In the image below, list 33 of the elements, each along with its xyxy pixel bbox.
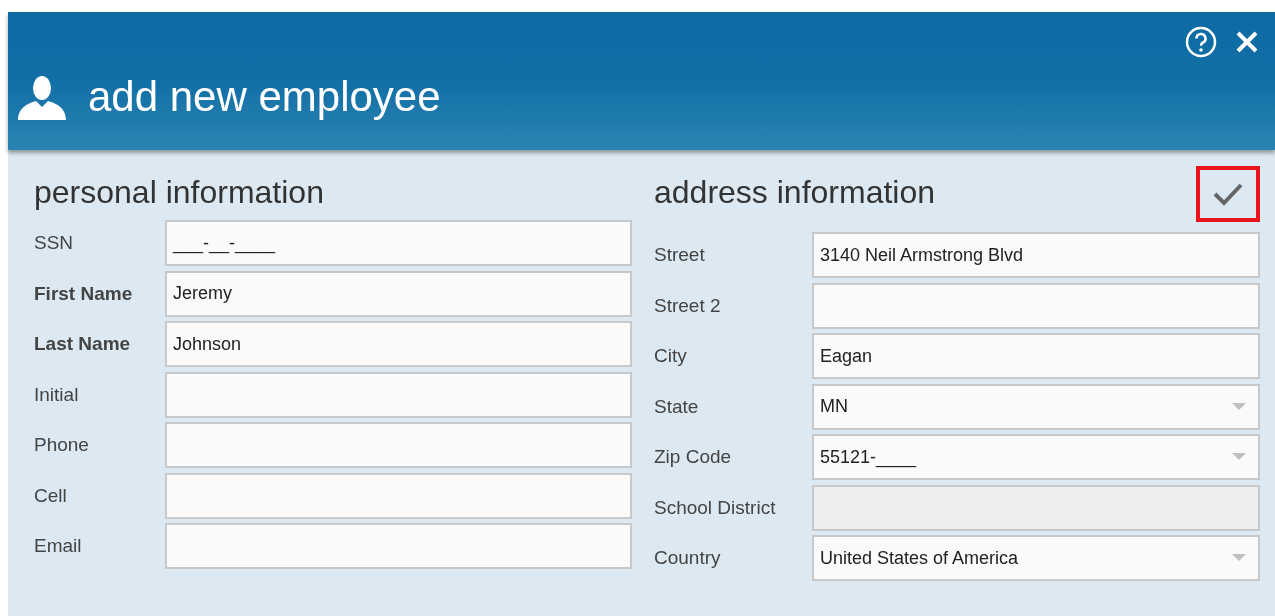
- field-label: Email: [34, 534, 83, 558]
- field-label: School District: [654, 495, 777, 520]
- field-label: Country: [654, 546, 722, 570]
- caret-icon: [1232, 453, 1246, 462]
- dropdown-field[interactable]: United States of America: [812, 535, 1260, 582]
- input-field[interactable]: Eagan: [812, 333, 1260, 380]
- field-label: Street: [654, 243, 706, 267]
- input-field[interactable]: ___-__-____: [165, 220, 632, 267]
- person-icon: [16, 74, 68, 120]
- field-label: First Name: [34, 281, 134, 306]
- field-label: Phone: [34, 433, 90, 457]
- save-button[interactable]: [1196, 166, 1260, 222]
- input-field[interactable]: 3140 Neil Armstrong Blvd: [812, 232, 1260, 279]
- field-label: Initial: [34, 382, 80, 407]
- field-label: Last Name: [34, 332, 132, 356]
- dialog-title: add new employee: [88, 76, 441, 118]
- section-heading: personal information: [34, 176, 325, 208]
- field-label: City: [654, 344, 688, 368]
- input-field[interactable]: Johnson: [165, 321, 632, 368]
- close-icon[interactable]: [1235, 30, 1259, 54]
- field-label: Cell: [34, 483, 68, 508]
- caret-icon: [1232, 554, 1246, 563]
- help-icon[interactable]: [1185, 26, 1217, 58]
- field-label: SSN: [34, 231, 75, 255]
- caret-icon: [1232, 402, 1246, 411]
- field-label: State: [654, 394, 700, 419]
- check-icon: [1213, 182, 1243, 206]
- dropdown-field[interactable]: MN: [812, 383, 1260, 430]
- section-heading: address information: [654, 176, 936, 208]
- dropdown-field[interactable]: 55121-____: [812, 434, 1260, 481]
- field-label: Street 2: [654, 293, 722, 318]
- input-field[interactable]: Jeremy: [165, 270, 632, 317]
- field-label: Zip Code: [654, 445, 733, 469]
